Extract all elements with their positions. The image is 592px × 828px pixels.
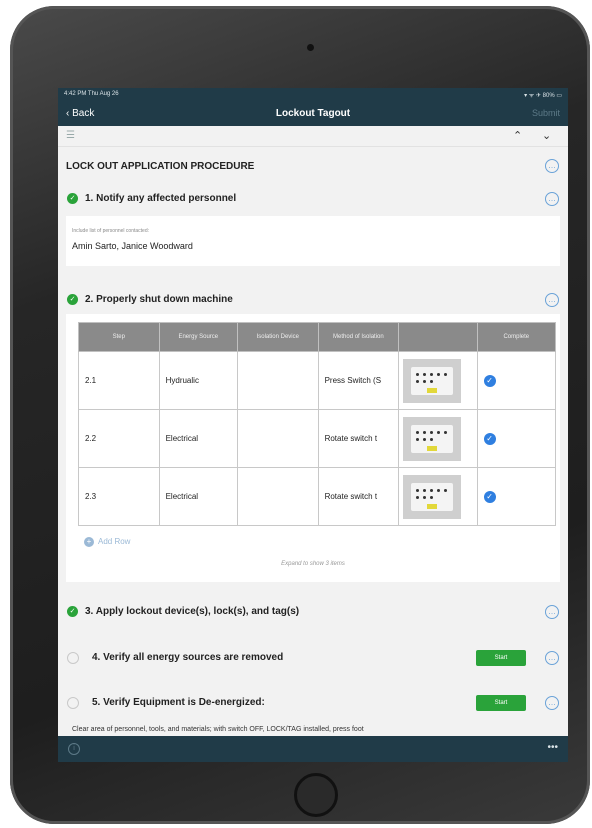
step-2-more-icon[interactable]: … <box>545 293 559 307</box>
cell-method: Rotate switch t <box>317 467 400 526</box>
step-5-description: Clear area of personnel, tools, and mate… <box>72 726 364 733</box>
header-complete: Complete <box>476 322 557 352</box>
personnel-field-label: Include list of personnel contacted: <box>72 228 149 234</box>
add-row-label: Add Row <box>98 537 131 546</box>
step-4-more-icon[interactable]: … <box>545 651 559 665</box>
check-icon: ✓ <box>67 606 78 617</box>
section-title: LOCK OUT APPLICATION PROCEDURE <box>66 161 255 172</box>
submit-button[interactable]: Submit <box>532 108 560 118</box>
info-icon[interactable]: i <box>68 743 80 755</box>
complete-check-icon[interactable]: ✓ <box>483 374 496 387</box>
status-time: 4:42 PM Thu Aug 26 <box>64 91 119 97</box>
cell-complete[interactable]: ✓ <box>476 467 557 526</box>
cell-energy-source: Electrical <box>158 409 238 468</box>
status-bar: 4:42 PM Thu Aug 26 ▾ ᯤ ✈ 80% ▭ <box>58 88 568 102</box>
table-row[interactable]: 2.2 Electrical Rotate switch t ✓ <box>78 409 557 468</box>
isolation-table: Step Energy Source Isolation Device Meth… <box>78 322 557 526</box>
header-isolation-device: Isolation Device <box>236 322 319 352</box>
step-5-title: 5. Verify Equipment is De-energized: <box>92 697 265 708</box>
step-3-more-icon[interactable]: … <box>545 605 559 619</box>
header-method: Method of Isolation <box>317 322 400 352</box>
page-title: Lockout Tagout <box>275 108 351 119</box>
bottom-bar: i ••• <box>58 736 568 762</box>
start-button[interactable]: Start <box>476 695 526 711</box>
expand-link[interactable]: Expand to show 3 items <box>58 561 568 567</box>
start-button[interactable]: Start <box>476 650 526 666</box>
camera <box>307 44 314 51</box>
cell-photo[interactable] <box>398 409 478 468</box>
step-1-more-icon[interactable]: … <box>545 192 559 206</box>
step-5-more-icon[interactable]: … <box>545 696 559 710</box>
header-energy-source: Energy Source <box>158 322 238 352</box>
more-icon[interactable]: … <box>545 159 559 173</box>
check-icon: ✓ <box>67 193 78 204</box>
check-icon: ✓ <box>67 294 78 305</box>
incomplete-circle-icon[interactable] <box>67 652 79 664</box>
personnel-field-input[interactable]: Amin Sarto, Janice Woodward <box>72 241 193 251</box>
cell-step: 2.1 <box>78 351 160 410</box>
complete-check-icon[interactable]: ✓ <box>483 432 496 445</box>
cell-photo[interactable] <box>398 467 478 526</box>
table-row[interactable]: 2.3 Electrical Rotate switch t ✓ <box>78 467 557 526</box>
table-row[interactable]: 2.1 Hydrualic Press Switch (S ✓ <box>78 351 557 410</box>
device-photo[interactable] <box>403 474 462 519</box>
status-icons: ▾ ᯤ ✈ 80% ▭ <box>524 93 562 99</box>
plus-icon: + <box>84 537 94 547</box>
cell-energy-source: Electrical <box>158 467 238 526</box>
cell-isolation-device <box>236 351 319 410</box>
complete-check-icon[interactable]: ✓ <box>483 490 496 503</box>
device-photo[interactable] <box>403 358 462 403</box>
chevron-down-icon[interactable]: ⌄ <box>542 129 551 142</box>
cell-energy-source: Hydrualic <box>158 351 238 410</box>
home-button[interactable] <box>294 773 338 817</box>
header-step: Step <box>78 322 160 352</box>
step-1-title: 1. Notify any affected personnel <box>85 193 237 204</box>
step-3-title: 3. Apply lockout device(s), lock(s), and… <box>85 606 300 617</box>
table-header-row: Step Energy Source Isolation Device Meth… <box>78 322 557 352</box>
cell-isolation-device <box>236 467 319 526</box>
cell-complete[interactable]: ✓ <box>476 351 557 410</box>
cell-complete[interactable]: ✓ <box>476 409 557 468</box>
more-menu-icon[interactable]: ••• <box>547 742 558 753</box>
step-4-title: 4. Verify all energy sources are removed <box>92 652 284 663</box>
nav-bar: ‹ Back Lockout Tagout Submit <box>58 102 568 126</box>
cell-method: Rotate switch t <box>317 409 400 468</box>
ipad-frame: 4:42 PM Thu Aug 26 ▾ ᯤ ✈ 80% ▭ ‹ Back Lo… <box>10 6 590 824</box>
header-photo <box>398 322 478 352</box>
cell-method: Press Switch (S <box>317 351 400 410</box>
cell-step: 2.2 <box>78 409 160 468</box>
step-1-card: Include list of personnel contacted: Ami… <box>66 216 560 266</box>
cell-photo[interactable] <box>398 351 478 410</box>
cell-isolation-device <box>236 409 319 468</box>
add-row-button[interactable]: + Add Row <box>84 537 130 547</box>
toolbar: ☰ ⌃ ⌄ <box>58 126 568 147</box>
device-photo[interactable] <box>403 416 462 461</box>
app-screen: 4:42 PM Thu Aug 26 ▾ ᯤ ✈ 80% ▭ ‹ Back Lo… <box>58 88 568 762</box>
chevron-up-icon[interactable]: ⌃ <box>513 129 522 142</box>
cell-step: 2.3 <box>78 467 160 526</box>
incomplete-circle-icon[interactable] <box>67 697 79 709</box>
step-2-title: 2. Properly shut down machine <box>85 294 233 305</box>
list-icon[interactable]: ☰ <box>66 130 75 141</box>
